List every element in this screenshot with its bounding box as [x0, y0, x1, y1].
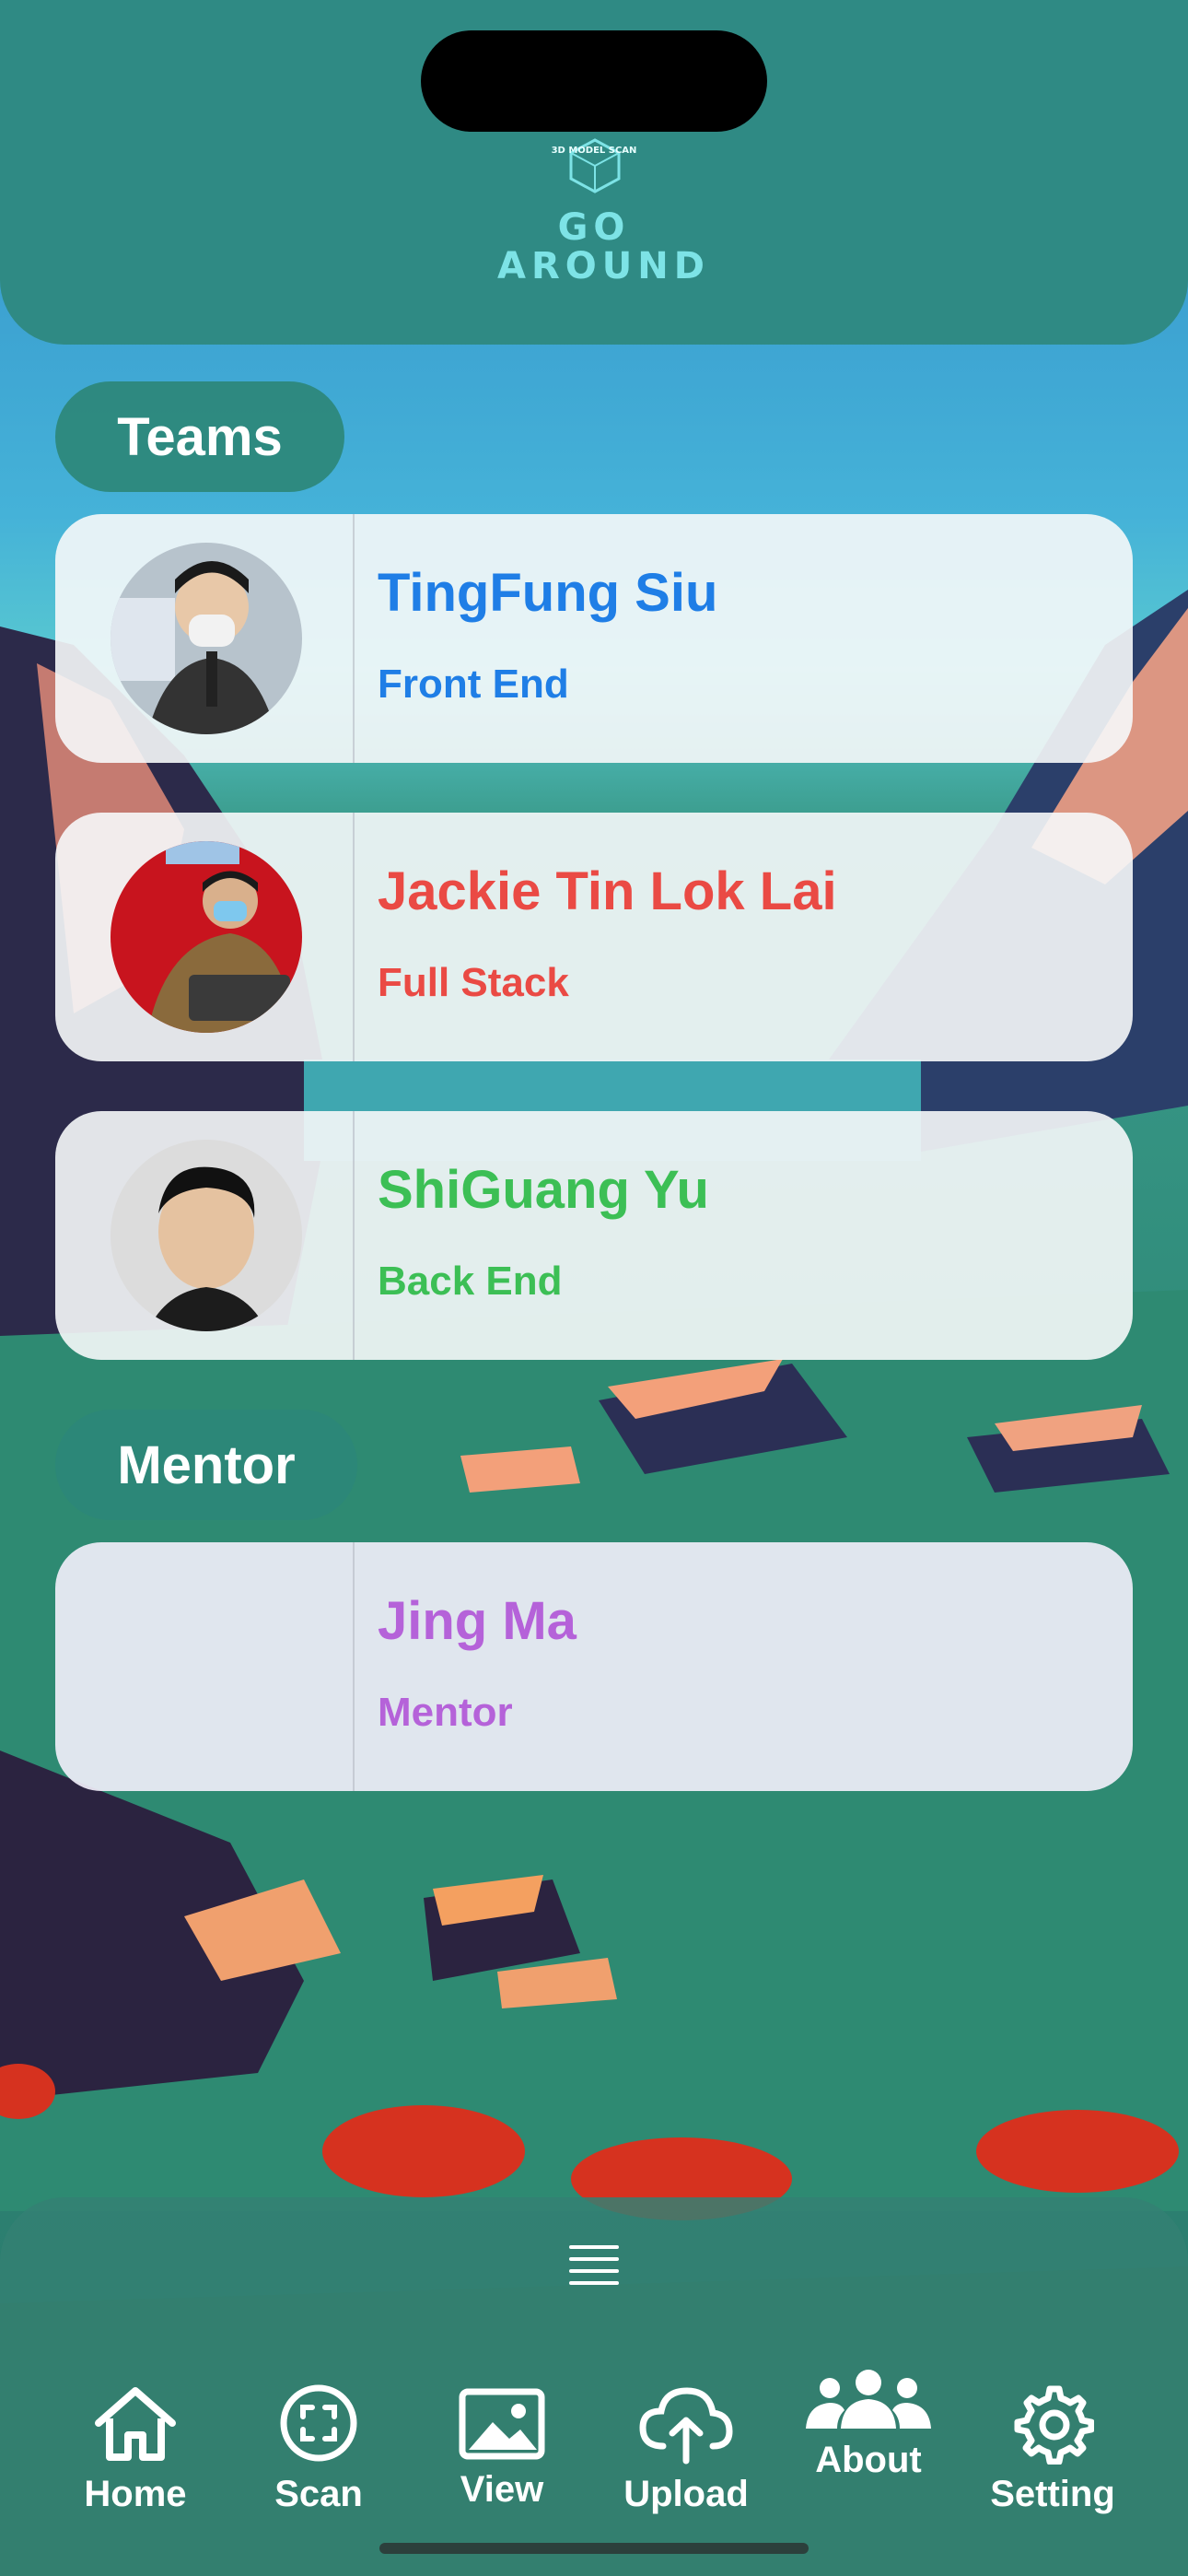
logo-small-text: 3D MODEL SCAN [551, 146, 637, 156]
member-role: Full Stack [378, 960, 569, 1005]
home-indicator [379, 2543, 809, 2554]
menu-handle-icon[interactable] [569, 2245, 619, 2288]
gear-icon [1014, 2385, 1094, 2465]
tab-upload[interactable]: Upload [594, 2382, 778, 2538]
team-member-card[interactable]: Jackie Tin Lok Lai Full Stack [55, 813, 1133, 1061]
house-icon [95, 2387, 176, 2461]
logo-line-2: AROUND [497, 245, 710, 287]
mentor-role: Mentor [378, 1690, 513, 1735]
tab-upload-label: Upload [623, 2474, 749, 2514]
tab-view[interactable]: View [410, 2382, 594, 2538]
team-member-card[interactable]: ShiGuang Yu Back End [55, 1111, 1133, 1360]
people-icon [806, 2370, 931, 2429]
member-name: ShiGuang Yu [378, 1160, 709, 1220]
tab-scan-label: Scan [274, 2474, 363, 2514]
teams-section-text: Teams [117, 406, 283, 467]
cloud-upload-icon [639, 2387, 733, 2465]
member-name: TingFung Siu [378, 563, 718, 623]
mentor-section-label: Mentor [55, 1410, 357, 1520]
tab-home-label: Home [84, 2474, 187, 2514]
tab-about[interactable]: About [776, 2368, 961, 2524]
photo-icon [459, 2388, 545, 2460]
member-role: Back End [378, 1259, 563, 1304]
avatar-cell [55, 813, 355, 1061]
app-header: 3D MODEL SCAN GO AROUND [0, 0, 1188, 345]
avatar [111, 1140, 302, 1331]
tab-home[interactable]: Home [43, 2382, 227, 2538]
mentor-section-text: Mentor [117, 1434, 296, 1495]
teams-section-label: Teams [55, 381, 344, 492]
tab-setting[interactable]: Setting [961, 2382, 1145, 2538]
tab-scan[interactable]: Scan [227, 2382, 411, 2538]
mentor-card[interactable]: Jing Ma Mentor [55, 1542, 1133, 1791]
tab-setting-label: Setting [990, 2474, 1115, 2514]
dynamic-island [421, 30, 767, 132]
avatar [111, 543, 302, 734]
tab-bar: Home Scan View Upload About Setting [0, 2197, 1188, 2576]
tab-about-label: About [815, 2440, 922, 2480]
app-logo: 3D MODEL SCAN GO AROUND [497, 138, 710, 295]
avatar [111, 841, 302, 1033]
member-name: Jackie Tin Lok Lai [378, 861, 837, 921]
member-role: Front End [378, 662, 569, 707]
avatar-cell [55, 514, 355, 763]
avatar-cell [55, 1111, 355, 1360]
mentor-name: Jing Ma [378, 1591, 577, 1651]
viewfinder-icon [280, 2384, 357, 2462]
logo-line-1: GO [557, 206, 631, 249]
tab-view-label: View [460, 2469, 544, 2510]
avatar-cell [55, 1542, 355, 1791]
team-member-card[interactable]: TingFung Siu Front End [55, 514, 1133, 763]
